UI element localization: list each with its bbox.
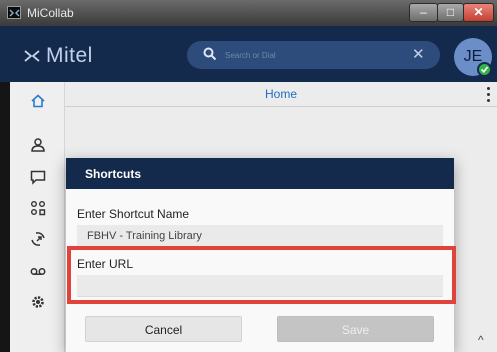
chat-icon[interactable] <box>29 168 47 186</box>
groups-icon[interactable] <box>29 199 47 217</box>
search-input[interactable] <box>225 46 405 64</box>
more-options-icon[interactable] <box>481 84 495 104</box>
window-left-edge <box>0 82 10 352</box>
shortcut-name-label: Enter Shortcut Name <box>77 207 190 221</box>
window-titlebar: MiCollab – □ ✕ <box>0 0 497 26</box>
sidebar <box>10 82 65 352</box>
minimize-button[interactable]: – <box>409 3 438 22</box>
window-title: MiCollab <box>27 6 74 20</box>
close-window-button[interactable]: ✕ <box>463 3 494 22</box>
shortcuts-dialog: Shortcuts Enter Shortcut Name Enter URL … <box>66 158 456 352</box>
contacts-icon[interactable] <box>29 136 47 154</box>
search-icon <box>203 47 217 61</box>
url-highlight-box <box>67 246 456 304</box>
logo-text: Mitel <box>46 44 93 67</box>
dialog-title: Shortcuts <box>85 167 142 181</box>
settings-icon[interactable] <box>29 293 47 311</box>
search-bar[interactable]: ✕ <box>187 41 440 69</box>
dialog-header: Shortcuts <box>66 158 454 189</box>
mitel-logo: Mitel <box>23 44 93 68</box>
shortcut-name-input[interactable] <box>77 225 443 247</box>
home-icon[interactable] <box>29 92 47 110</box>
scroll-up-icon[interactable]: ^ <box>478 333 484 347</box>
presence-available-icon <box>477 62 492 77</box>
voicemail-icon[interactable] <box>29 262 47 280</box>
page-title: Home <box>264 87 297 101</box>
clear-search-icon[interactable]: ✕ <box>412 45 425 63</box>
micollab-app-icon <box>7 6 21 19</box>
cancel-button[interactable]: Cancel <box>85 316 242 342</box>
maximize-button[interactable]: □ <box>437 3 464 22</box>
mitel-logo-icon <box>24 50 40 62</box>
save-button[interactable]: Save <box>277 316 434 342</box>
call-history-icon[interactable] <box>29 230 47 248</box>
divider <box>65 106 497 107</box>
